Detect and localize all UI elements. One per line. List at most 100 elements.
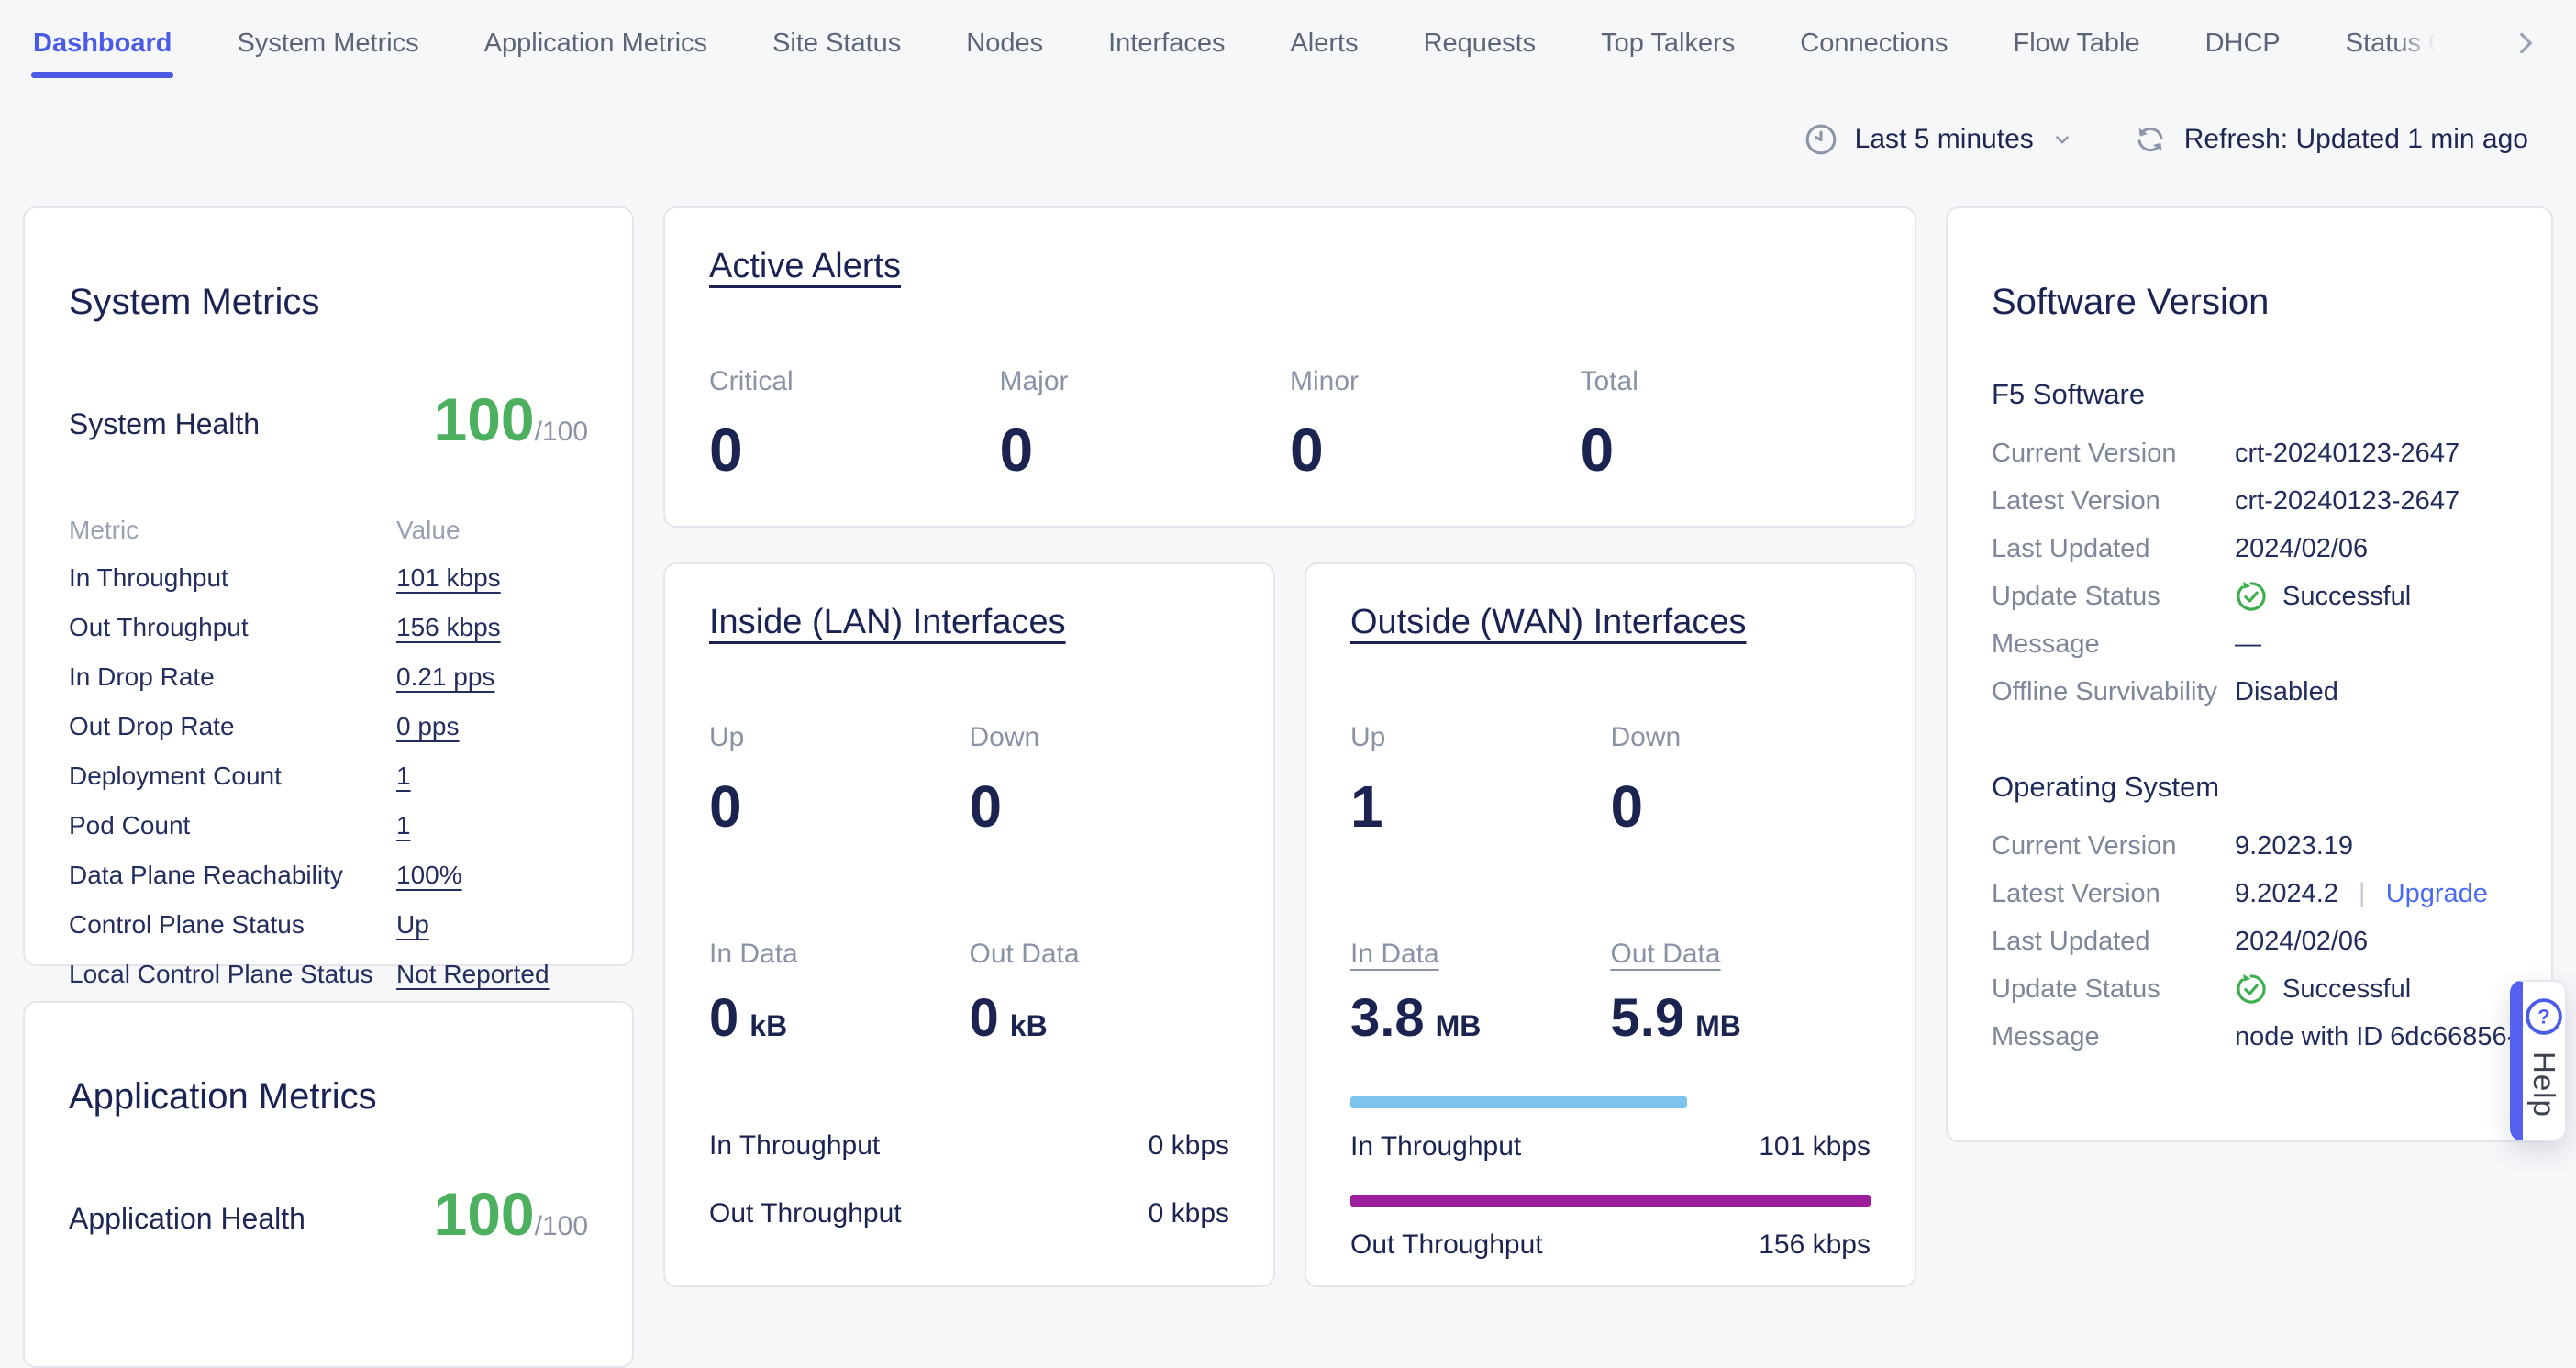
f5-software-rows: Current Version crt-20240123-2647 Latest… <box>1992 429 2507 716</box>
tab-flow-table[interactable]: Flow Table <box>2014 28 2140 78</box>
wan-in-data-link[interactable]: In Data <box>1350 939 1439 970</box>
success-check-icon <box>2235 973 2268 1006</box>
metric-label: Pod Count <box>69 811 396 840</box>
tab-nodes[interactable]: Nodes <box>966 28 1043 78</box>
tab-connections[interactable]: Connections <box>1800 28 1948 78</box>
operating-system-rows: Current Version 9.2023.19 Latest Version… <box>1992 822 2507 1061</box>
tab-dhcp[interactable]: DHCP <box>2205 28 2281 78</box>
lan-throughput-block: In Throughput 0 kbps Out Throughput 0 kb… <box>709 1126 1229 1234</box>
system-metrics-card: System Metrics System Health 100/100 Met… <box>23 206 634 966</box>
table-row: Control Plane Status Up <box>69 900 588 950</box>
system-health-score: 100/100 <box>433 391 588 449</box>
application-metrics-title: Application Metrics <box>69 1075 588 1118</box>
metric-value-link[interactable]: 156 kbps <box>396 613 501 642</box>
sw-row: Current Version crt-20240123-2647 <box>1992 429 2507 477</box>
sw-row: Message — <box>1992 620 2507 668</box>
refresh-control[interactable]: Refresh: Updated 1 min ago <box>2133 122 2528 157</box>
sw-row-value: crt-20240123-2647 <box>2235 486 2507 517</box>
application-health-row: Application Health 100/100 <box>69 1185 588 1243</box>
sw-row-value: node with ID 6dc66856-1... <box>2235 1022 2553 1052</box>
wan-in-throughput-label: In Throughput <box>1350 1131 1521 1162</box>
dashboard-content: System Metrics System Health 100/100 Met… <box>23 206 2553 1368</box>
active-alerts-title-link[interactable]: Active Alerts <box>709 247 901 287</box>
tab-dashboard[interactable]: Dashboard <box>33 28 172 78</box>
sw-row-label: Current Version <box>1992 831 2235 862</box>
sw-row-label: Update Status <box>1992 582 2235 612</box>
lan-in-data-value: 0 kB <box>709 992 970 1045</box>
lan-up-label: Up <box>709 722 970 753</box>
wan-in-data-value: 3.8 MB <box>1350 992 1611 1045</box>
sw-row: Update Status Successful <box>1992 965 2507 1013</box>
os-update-status: Successful <box>2235 973 2507 1006</box>
sw-row-value: crt-20240123-2647 <box>2235 439 2507 469</box>
sw-row-label: Current Version <box>1992 439 2235 469</box>
help-tab-label: Help <box>2526 1051 2561 1118</box>
wan-in-throughput-value: 101 kbps <box>1759 1131 1871 1162</box>
tab-top-talkers[interactable]: Top Talkers <box>1601 28 1735 78</box>
metric-value-link[interactable]: 0 pps <box>396 712 460 741</box>
wan-out-data-value: 5.9 MB <box>1611 992 1871 1045</box>
lan-out-data-value: 0 kB <box>970 992 1230 1045</box>
sw-row: Last Updated 2024/02/06 <box>1992 918 2507 965</box>
sw-row: Current Version 9.2023.19 <box>1992 822 2507 870</box>
lan-out-throughput-row: Out Throughput 0 kbps <box>709 1194 1229 1234</box>
lan-interfaces-title-link[interactable]: Inside (LAN) Interfaces <box>709 603 1066 643</box>
tab-alerts[interactable]: Alerts <box>1290 28 1358 78</box>
wan-data-grid: In Data 3.8 MB Out Data 5.9 MB <box>1350 939 1871 1045</box>
sw-row-label: Latest Version <box>1992 486 2235 517</box>
upgrade-link[interactable]: Upgrade <box>2386 879 2488 909</box>
tab-requests[interactable]: Requests <box>1424 28 1537 78</box>
application-health-score: 100/100 <box>433 1185 588 1243</box>
time-range-value: Last 5 minutes <box>1855 124 2034 155</box>
nav-scroll-right-button[interactable] <box>2510 28 2541 59</box>
time-range-selector[interactable]: Last 5 minutes <box>1804 122 2074 157</box>
alert-stat-major: Major 0 <box>1000 366 1291 480</box>
lan-updown-grid: Up 0 Down 0 <box>709 722 1229 836</box>
sw-update-status-text: Successful <box>2282 582 2411 612</box>
wan-out-data-link[interactable]: Out Data <box>1611 939 1721 970</box>
lan-out-throughput-value: 0 kbps <box>1149 1198 1229 1229</box>
wan-interfaces-title-link[interactable]: Outside (WAN) Interfaces <box>1350 603 1747 643</box>
metric-value-link[interactable]: 1 <box>396 762 411 791</box>
metric-label: Local Control Plane Status <box>69 960 396 989</box>
tab-application-metrics[interactable]: Application Metrics <box>484 28 707 78</box>
sw-row-value: 9.2023.19 <box>2235 831 2507 862</box>
lan-out-data-label: Out Data <box>970 939 1230 970</box>
sw-row: Message node with ID 6dc66856-1... <box>1992 1013 2507 1061</box>
sw-latest-version-cell: 9.2024.2 | Upgrade <box>2235 878 2507 909</box>
table-row: In Drop Rate 0.21 pps <box>69 652 588 702</box>
metric-label: Deployment Count <box>69 762 396 791</box>
metric-value-link[interactable]: 100% <box>396 861 462 890</box>
wan-down-stat: Down 0 <box>1611 722 1871 836</box>
left-column: System Metrics System Health 100/100 Met… <box>23 206 634 1368</box>
lan-up-value: 0 <box>709 777 970 836</box>
metric-value-link[interactable]: Up <box>396 910 429 940</box>
metric-value-link[interactable]: Not Reported <box>396 960 550 989</box>
system-metrics-table-header: Metric Value <box>69 507 588 553</box>
interfaces-row: Inside (LAN) Interfaces Up 0 Down 0 In D… <box>663 562 1916 1287</box>
table-row: Out Drop Rate 0 pps <box>69 702 588 751</box>
sw-row-label: Last Updated <box>1992 927 2235 957</box>
tab-site-status[interactable]: Site Status <box>772 28 901 78</box>
alert-stat-label: Total <box>1581 366 1871 397</box>
alert-stat-label: Major <box>1000 366 1291 397</box>
tab-interfaces[interactable]: Interfaces <box>1108 28 1225 78</box>
middle-column: Active Alerts Critical 0 Major 0 Minor 0… <box>663 206 1916 1287</box>
right-column: Software Version F5 Software Current Ver… <box>1946 206 2553 1142</box>
question-mark-icon: ? <box>2524 996 2564 1037</box>
chevron-right-icon <box>2510 28 2541 59</box>
tab-status-objects[interactable]: Status Ob <box>2346 28 2438 78</box>
tab-system-metrics[interactable]: System Metrics <box>237 28 418 78</box>
metric-value-link[interactable]: 1 <box>396 811 411 840</box>
software-version-card: Software Version F5 Software Current Ver… <box>1946 206 2553 1142</box>
metric-value-link[interactable]: 101 kbps <box>396 563 501 593</box>
wan-in-throughput-bar <box>1350 1096 1687 1108</box>
clock-icon <box>1804 122 1838 157</box>
table-row: Local Control Plane Status Not Reported <box>69 950 588 999</box>
help-tab[interactable]: ? Help <box>2510 980 2567 1141</box>
application-health-label: Application Health <box>69 1202 305 1243</box>
refresh-status-text: Refresh: Updated 1 min ago <box>2184 124 2528 155</box>
wan-up-value: 1 <box>1350 777 1611 836</box>
alert-stats: Critical 0 Major 0 Minor 0 Total 0 <box>709 366 1871 480</box>
metric-value-link[interactable]: 0.21 pps <box>396 662 494 692</box>
